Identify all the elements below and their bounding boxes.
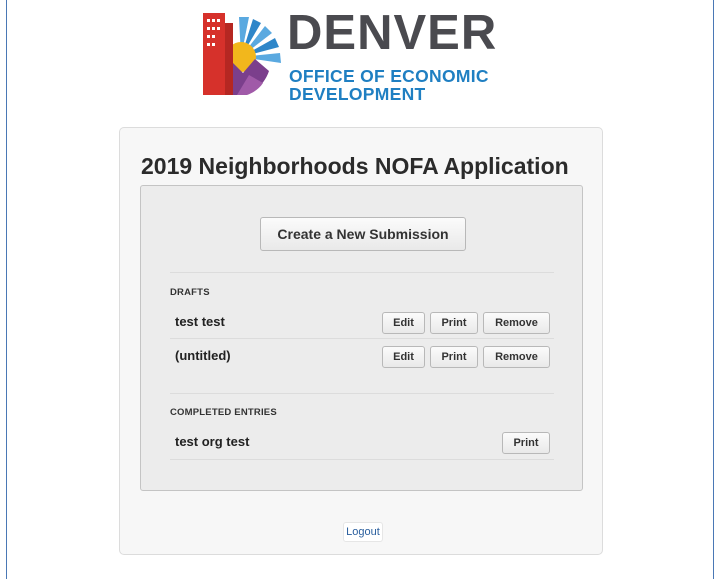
brand-wordmark: DENVER [287, 6, 498, 60]
edit-button[interactable]: Edit [382, 346, 425, 368]
edit-button[interactable]: Edit [382, 312, 425, 334]
remove-button[interactable]: Remove [483, 346, 550, 368]
denver-logo-mark-icon [203, 13, 281, 95]
drafts-section-label: DRAFTS [170, 287, 210, 298]
completed-section-label: COMPLETED ENTRIES [170, 407, 277, 418]
row-divider [170, 338, 554, 339]
remove-button[interactable]: Remove [483, 312, 550, 334]
divider [170, 393, 554, 394]
completed-entry-name: test org test [175, 434, 250, 449]
print-button[interactable]: Print [502, 432, 550, 454]
row-divider [170, 459, 554, 460]
denver-oed-logo: DENVER OFFICE OF ECONOMIC DEVELOPMENT [203, 9, 523, 104]
logout-link[interactable]: Logout [343, 522, 383, 542]
print-button[interactable]: Print [430, 312, 478, 334]
brand-subtitle-line2: DEVELOPMENT [289, 84, 426, 105]
brand-subtitle-line1: OFFICE OF ECONOMIC [289, 66, 489, 86]
print-button[interactable]: Print [430, 346, 478, 368]
submissions-panel: Create a New Submission DRAFTS test test… [140, 185, 583, 491]
brand-subtitle: OFFICE OF ECONOMIC DEVELOPMENT [289, 67, 489, 104]
draft-name: test test [175, 314, 225, 329]
draft-name: (untitled) [175, 348, 231, 363]
divider [170, 272, 554, 273]
create-submission-button[interactable]: Create a New Submission [260, 217, 466, 251]
application-card: 2019 Neighborhoods NOFA Application Crea… [119, 127, 603, 555]
page-title: 2019 Neighborhoods NOFA Application [141, 153, 569, 179]
